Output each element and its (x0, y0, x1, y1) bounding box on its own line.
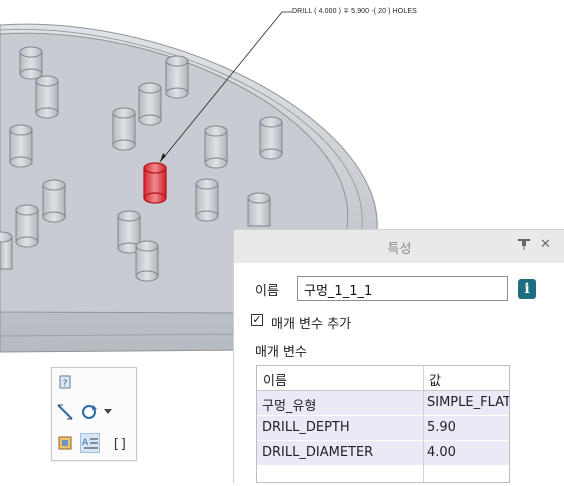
svg-text:A: A (82, 438, 89, 448)
hole (42, 179, 66, 223)
properties-panel: 특성 ✕ 이름 구멍_1_1_1 i ✓ 매개 변수 추가 매개 변수 이름 값… (233, 229, 564, 483)
hole (0, 231, 13, 270)
params-label: 매개 변수 (255, 345, 307, 360)
name-input[interactable]: 구멍_1_1_1 (297, 276, 508, 301)
name-label: 이름 (255, 284, 279, 299)
brackets-icon[interactable]: [] (108, 433, 128, 453)
param-value[interactable]: SIMPLE_FLAT (427, 395, 509, 410)
table-header: 이름 값 (257, 366, 509, 391)
hole (135, 240, 159, 282)
hole (9, 124, 33, 168)
panel-title: 특성 (387, 242, 412, 257)
param-value[interactable]: 4.00 (427, 445, 509, 460)
table-row[interactable]: 구멍_유형 SIMPLE_FLAT (257, 391, 509, 416)
selected-hole (143, 162, 167, 204)
column-divider[interactable] (423, 366, 424, 482)
pin-icon[interactable] (517, 238, 531, 254)
text-align-icon[interactable]: A (80, 433, 100, 453)
hole-note[interactable]: DRILL ( 4.000 ) ∓ 5.900 -( 20 ) HOLES (292, 7, 417, 15)
param-name: DRILL_DEPTH (262, 420, 350, 435)
hole (259, 116, 283, 160)
hole (138, 82, 162, 126)
mini-toolbar: ? A [] (51, 367, 137, 461)
column-header-value[interactable]: 값 (429, 370, 441, 389)
hole (35, 75, 59, 119)
param-value[interactable]: 5.90 (427, 420, 509, 435)
table-row[interactable]: DRILL_DIAMETER 4.00 (257, 441, 509, 466)
panel-header: 특성 ✕ (234, 230, 564, 263)
svg-text:[]: [] (112, 437, 126, 451)
dimension-icon[interactable] (55, 402, 75, 422)
info-icon[interactable]: i (518, 279, 536, 299)
hole (15, 204, 39, 248)
hole (112, 107, 136, 151)
svg-text:?: ? (63, 379, 68, 389)
close-icon[interactable]: ✕ (540, 237, 551, 252)
param-name: 구멍_유형 (262, 399, 317, 414)
dropdown-chevron-icon[interactable] (102, 402, 114, 422)
hole (19, 46, 43, 80)
rotate-icon[interactable] (79, 402, 99, 422)
info-pin-icon[interactable]: ? (55, 372, 75, 392)
hole (195, 178, 219, 222)
hole (165, 55, 189, 99)
add-param-label[interactable]: 매개 변수 추가 (271, 313, 351, 332)
parameter-table: 이름 값 구멍_유형 SIMPLE_FLAT DRILL_DEPTH 5.90 … (256, 365, 510, 483)
column-header-name[interactable]: 이름 (263, 370, 287, 389)
hole (204, 125, 228, 169)
hole (247, 192, 271, 227)
table-row[interactable]: DRILL_DEPTH 5.90 (257, 416, 509, 441)
model-view-icon[interactable] (55, 433, 75, 453)
param-name: DRILL_DIAMETER (262, 445, 374, 460)
add-param-checkbox[interactable]: ✓ (251, 314, 263, 326)
